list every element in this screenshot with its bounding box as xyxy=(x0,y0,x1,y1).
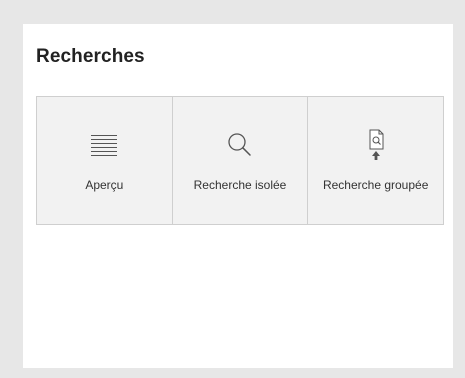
search-tiles: Aperçu Recherche isolée Recherche groupé… xyxy=(36,96,444,225)
panel-title: Recherches xyxy=(36,46,145,67)
search-icon xyxy=(228,133,251,156)
document-search-upload-icon xyxy=(369,129,384,160)
tile-recherche-groupee-label: Recherche groupée xyxy=(322,178,429,192)
searches-panel: Recherches Aperçu Recherche isolée Reche… xyxy=(23,24,453,368)
tile-recherche-isolee[interactable]: Recherche isolée xyxy=(173,97,309,224)
tile-recherche-groupee[interactable]: Recherche groupée xyxy=(308,97,443,224)
list-lines-icon xyxy=(91,135,118,156)
tile-apercu-label: Aperçu xyxy=(85,178,124,192)
tile-apercu[interactable]: Aperçu xyxy=(37,97,173,224)
tile-recherche-isolee-label: Recherche isolée xyxy=(193,178,287,192)
